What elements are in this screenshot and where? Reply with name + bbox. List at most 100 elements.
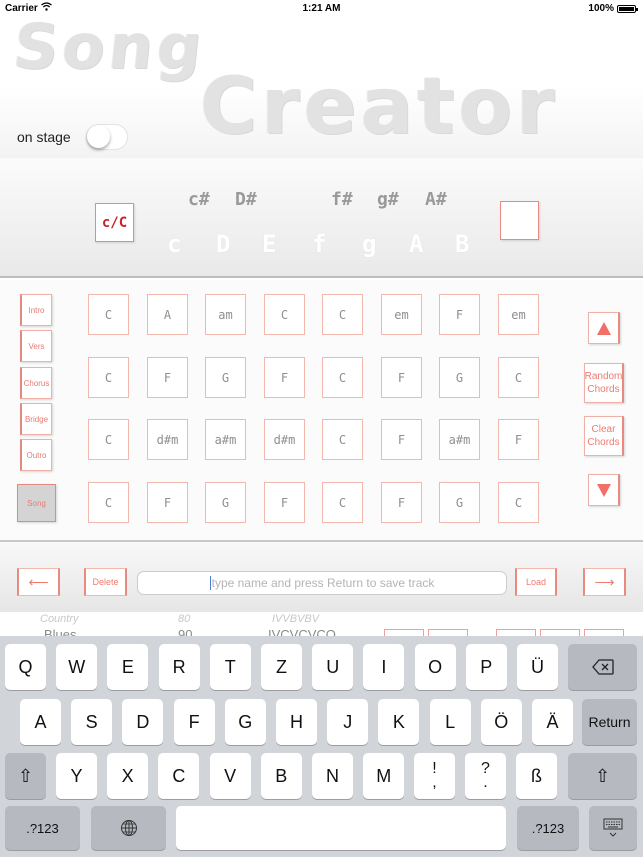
chord-cell[interactable]: C	[264, 294, 305, 335]
key-u[interactable]: U	[312, 644, 354, 690]
key-a[interactable]: A	[20, 699, 61, 745]
track-name[interactable]: Country	[40, 613, 79, 625]
chord-cell[interactable]: d#m	[264, 419, 305, 460]
chord-cell[interactable]: G	[205, 482, 246, 523]
chord-cell[interactable]: C	[322, 294, 363, 335]
key-sharp[interactable]: f#	[331, 189, 353, 210]
key-natural[interactable]: A	[409, 230, 423, 258]
move-up-button[interactable]	[588, 312, 620, 344]
key-natural[interactable]: D	[216, 230, 230, 258]
key-b[interactable]: B	[260, 753, 302, 799]
section-outro-button[interactable]: Outro	[20, 439, 52, 471]
track-name-input[interactable]: type name and press Return to save track	[137, 571, 507, 595]
key-ö[interactable]: Ö	[480, 699, 522, 745]
key-sharp[interactable]: c#	[188, 189, 210, 210]
key-ü[interactable]: Ü	[517, 644, 558, 690]
key-n[interactable]: N	[312, 753, 353, 799]
chord-cell[interactable]: em	[498, 294, 539, 335]
key-v[interactable]: V	[209, 753, 251, 799]
key-natural[interactable]: g	[362, 230, 376, 258]
chord-cell[interactable]: a#m	[205, 419, 246, 460]
chord-cell[interactable]: F	[147, 482, 188, 523]
chord-cell[interactable]: F	[264, 357, 305, 398]
chord-cell[interactable]: C	[88, 357, 129, 398]
key-s[interactable]: S	[71, 699, 113, 745]
chord-cell[interactable]: C	[498, 482, 539, 523]
chord-cell[interactable]: d#m	[147, 419, 188, 460]
key-y[interactable]: Y	[56, 753, 97, 799]
numbers-key-left[interactable]: .?123	[5, 806, 80, 850]
key-natural[interactable]: E	[262, 230, 276, 258]
key-h[interactable]: H	[276, 699, 317, 745]
key-o[interactable]: O	[414, 644, 456, 690]
key-question-period[interactable]: ?.	[465, 753, 506, 799]
key-sharp[interactable]: D#	[235, 189, 257, 210]
key-eszett[interactable]: ß	[516, 753, 557, 799]
key-natural[interactable]: c	[167, 230, 181, 258]
chord-cell[interactable]: G	[205, 357, 246, 398]
section-intro-button[interactable]: Intro	[20, 294, 52, 326]
return-key[interactable]: Return	[582, 699, 637, 745]
key-w[interactable]: W	[56, 644, 98, 690]
chord-cell[interactable]: F	[498, 419, 539, 460]
shift-key-right[interactable]: ⇧	[568, 753, 637, 799]
key-c[interactable]: C	[158, 753, 200, 799]
shift-key-left[interactable]: ⇧	[5, 753, 46, 799]
chord-cell[interactable]: F	[381, 357, 422, 398]
chord-cell[interactable]: F	[381, 482, 422, 523]
dismiss-keyboard-key[interactable]	[589, 806, 637, 850]
key-p[interactable]: P	[465, 644, 507, 690]
chord-cell[interactable]: C	[498, 357, 539, 398]
chord-cell[interactable]: F	[147, 357, 188, 398]
key-natural[interactable]: B	[455, 230, 469, 258]
chord-cell[interactable]: F	[439, 294, 480, 335]
key-e[interactable]: E	[107, 644, 149, 690]
chord-cell[interactable]: C	[88, 482, 129, 523]
key-sharp[interactable]: g#	[377, 189, 399, 210]
key-x[interactable]: X	[107, 753, 149, 799]
previous-track-button[interactable]: ⟵	[17, 568, 60, 596]
key-m[interactable]: M	[363, 753, 405, 799]
key-preview-box[interactable]	[500, 201, 539, 240]
key-z[interactable]: Z	[261, 644, 302, 690]
chord-cell[interactable]: C	[322, 419, 363, 460]
key-exclaim-comma[interactable]: !,	[414, 753, 455, 799]
key-j[interactable]: J	[327, 699, 369, 745]
chord-cell[interactable]: C	[322, 482, 363, 523]
move-down-button[interactable]	[588, 474, 620, 506]
random-chords-button[interactable]: Random Chords	[584, 363, 624, 403]
chord-cell[interactable]: C	[322, 357, 363, 398]
current-key-button[interactable]: c/C	[95, 203, 134, 242]
clear-chords-button[interactable]: Clear Chords	[584, 416, 624, 456]
chord-cell[interactable]: C	[88, 294, 129, 335]
key-k[interactable]: K	[378, 699, 420, 745]
backspace-key[interactable]	[568, 644, 637, 690]
space-key[interactable]	[176, 806, 506, 850]
key-l[interactable]: L	[429, 699, 471, 745]
chord-cell[interactable]: G	[439, 482, 480, 523]
section-vers-button[interactable]: Vers	[20, 330, 52, 362]
key-sharp[interactable]: A#	[425, 189, 447, 210]
load-button[interactable]: Load	[515, 568, 557, 596]
section-chorus-button[interactable]: Chorus	[20, 367, 52, 399]
key-f[interactable]: F	[173, 699, 215, 745]
chord-cell[interactable]: am	[205, 294, 246, 335]
numbers-key-right[interactable]: .?123	[517, 806, 579, 850]
key-g[interactable]: G	[224, 699, 266, 745]
globe-key[interactable]	[91, 806, 166, 850]
key-q[interactable]: Q	[5, 644, 46, 690]
key-natural[interactable]: f	[312, 230, 326, 258]
key-d[interactable]: D	[122, 699, 164, 745]
chord-cell[interactable]: a#m	[439, 419, 480, 460]
chord-cell[interactable]: F	[381, 419, 422, 460]
section-song-button[interactable]: Song	[17, 484, 56, 522]
next-track-button[interactable]: ⟶	[583, 568, 626, 596]
chord-cell[interactable]: A	[147, 294, 188, 335]
key-ä[interactable]: Ä	[532, 699, 573, 745]
section-bridge-button[interactable]: Bridge	[20, 403, 52, 435]
chord-cell[interactable]: G	[439, 357, 480, 398]
chord-cell[interactable]: F	[264, 482, 305, 523]
chord-cell[interactable]: C	[88, 419, 129, 460]
key-t[interactable]: T	[209, 644, 251, 690]
chord-cell[interactable]: em	[381, 294, 422, 335]
